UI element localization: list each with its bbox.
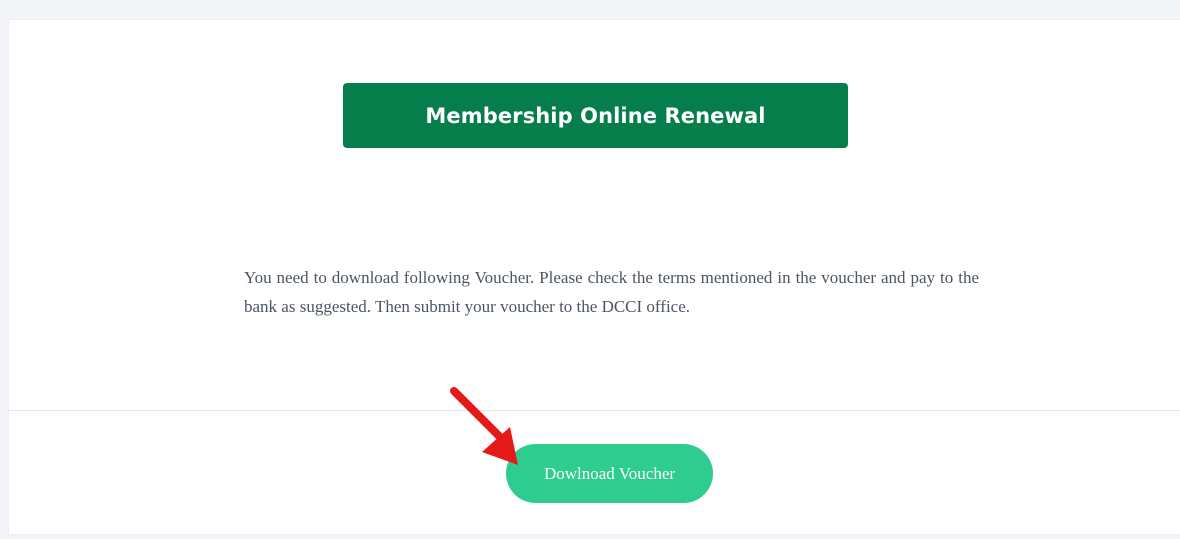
section-divider [9, 410, 1180, 411]
renewal-card: Membership Online Renewal You need to do… [9, 20, 1180, 534]
top-strip [0, 0, 1180, 20]
download-voucher-button[interactable]: Dowlnoad Voucher [506, 444, 713, 503]
voucher-instructions: You need to download following Voucher. … [244, 268, 979, 316]
page-title: Membership Online Renewal [343, 83, 848, 148]
red-arrow-icon [450, 387, 518, 465]
